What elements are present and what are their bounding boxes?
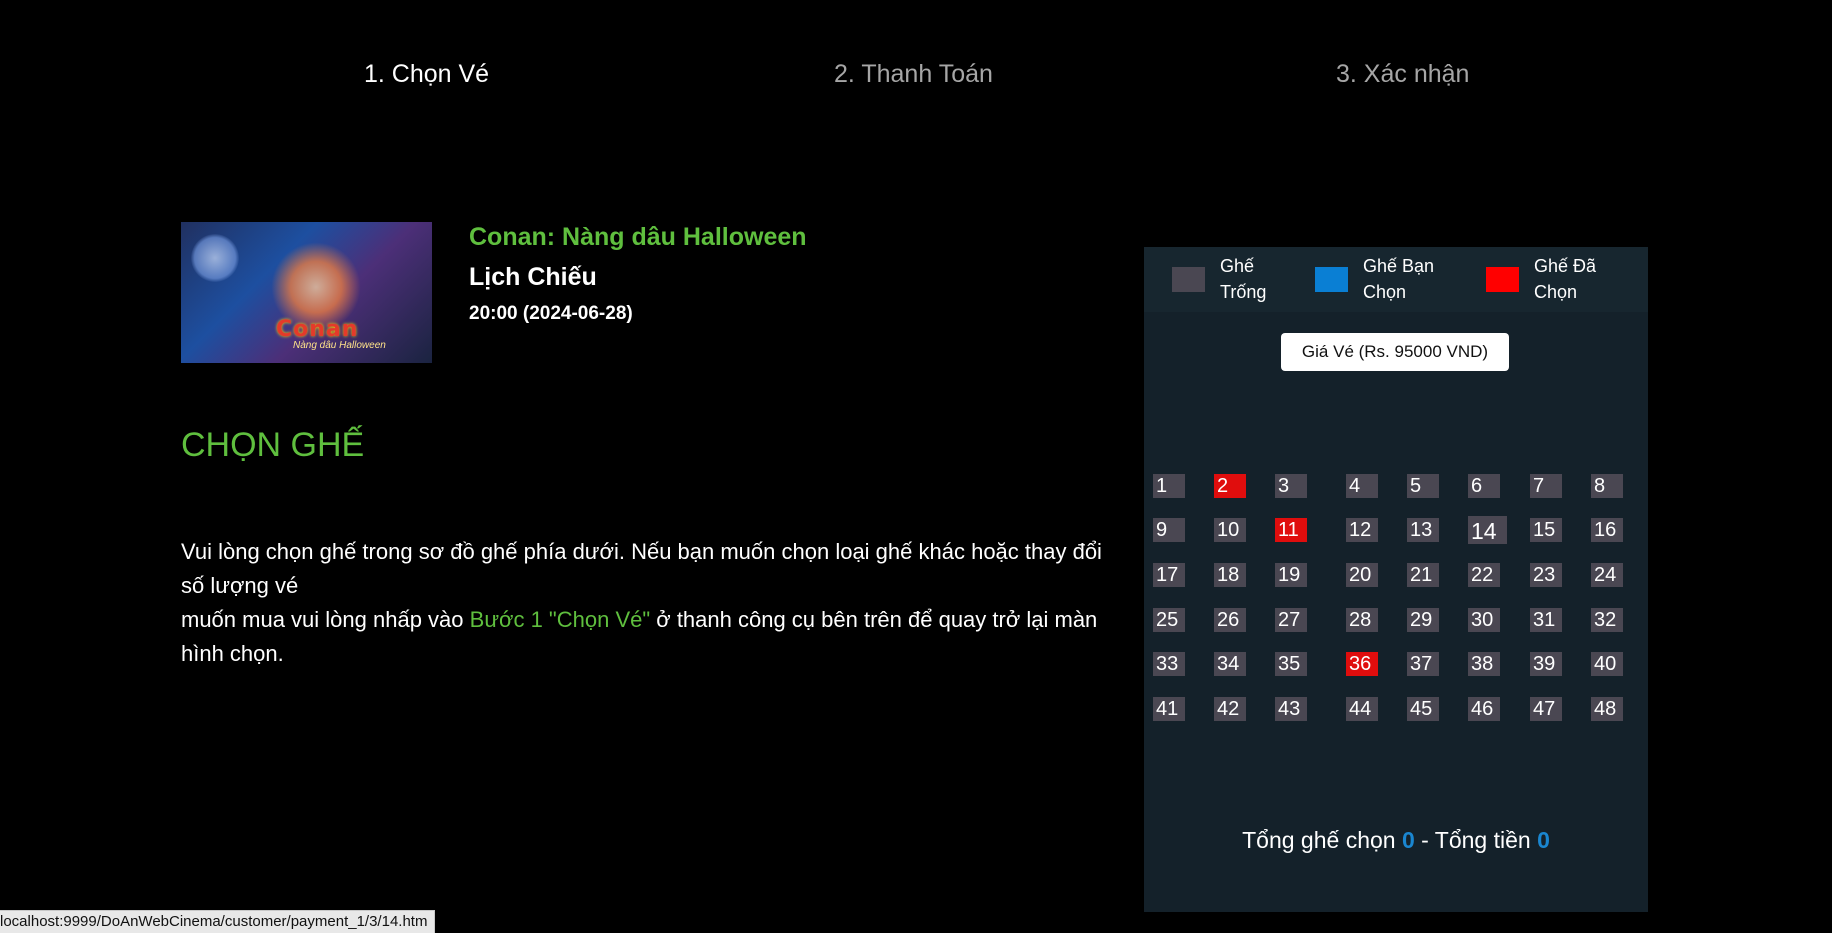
seat-43[interactable]: 43 (1275, 697, 1307, 721)
seat-29[interactable]: 29 (1407, 608, 1439, 632)
seat-6[interactable]: 6 (1468, 474, 1500, 498)
poster-subtitle: Nàng dâu Halloween (293, 340, 386, 351)
seat-16[interactable]: 16 (1591, 518, 1623, 542)
seat-27[interactable]: 27 (1275, 608, 1307, 632)
instructions-text: Vui lòng chọn ghế trong sơ đồ ghế phía d… (181, 535, 1131, 671)
legend-empty-line1: Ghế (1220, 256, 1255, 276)
seat-39[interactable]: 39 (1530, 652, 1562, 676)
seat-45[interactable]: 45 (1407, 697, 1439, 721)
total-seats-label: Tổng ghế chọn (1242, 827, 1396, 853)
seat-panel: Ghế Trống Ghế Bạn Chọn Ghế Đã Chọn Giá V… (1144, 247, 1648, 912)
total-price-value: 0 (1537, 827, 1550, 853)
seat-23[interactable]: 23 (1530, 563, 1562, 587)
seat-30[interactable]: 30 (1468, 608, 1500, 632)
seat-13[interactable]: 13 (1407, 518, 1439, 542)
seat-38[interactable]: 38 (1468, 652, 1500, 676)
legend-yours-swatch (1315, 266, 1348, 292)
seat-36[interactable]: 36 (1346, 652, 1378, 676)
seat-44[interactable]: 44 (1346, 697, 1378, 721)
poster-moon (191, 234, 239, 282)
seat-25[interactable]: 25 (1153, 608, 1185, 632)
summary-separator: - (1414, 827, 1435, 853)
legend-yours: Ghế Bạn Chọn (1315, 253, 1434, 305)
legend-taken: Ghế Đã Chọn (1486, 253, 1596, 305)
seat-33[interactable]: 33 (1153, 652, 1185, 676)
poster-logo: Conan (276, 317, 359, 342)
seat-9[interactable]: 9 (1153, 518, 1185, 542)
seat-14[interactable]: 14 (1468, 516, 1507, 544)
ticket-price: Giá Vé (Rs. 95000 VND) (1281, 333, 1509, 371)
step-confirm[interactable]: 3. Xác nhận (1336, 60, 1469, 89)
seat-22[interactable]: 22 (1468, 563, 1500, 587)
legend-yours-line2: Chọn (1363, 282, 1407, 302)
total-seats-count: 0 (1401, 827, 1415, 853)
seat-4[interactable]: 4 (1346, 474, 1378, 498)
movie-title: Conan: Nàng dâu Halloween (469, 223, 807, 251)
step1-link[interactable]: Bước 1 "Chọn Vé" (470, 607, 651, 632)
legend-taken-swatch (1486, 266, 1519, 292)
seat-40[interactable]: 40 (1591, 652, 1623, 676)
legend-taken-line2: Chọn (1534, 282, 1578, 302)
legend-yours-line1: Ghế Bạn (1363, 256, 1435, 276)
seat-17[interactable]: 17 (1153, 563, 1185, 587)
seat-10[interactable]: 10 (1214, 518, 1246, 542)
seat-32[interactable]: 32 (1591, 608, 1623, 632)
step-choose-ticket[interactable]: 1. Chọn Vé (364, 60, 489, 89)
seat-8[interactable]: 8 (1591, 474, 1623, 498)
legend-empty-swatch (1172, 266, 1205, 292)
choose-seat-heading: CHỌN GHẾ (181, 426, 365, 464)
movie-poster: Conan Nàng dâu Halloween (181, 222, 432, 363)
seat-35[interactable]: 35 (1275, 652, 1307, 676)
seat-24[interactable]: 24 (1591, 563, 1623, 587)
seat-11[interactable]: 11 (1275, 518, 1307, 542)
seat-48[interactable]: 48 (1591, 697, 1623, 721)
schedule-time: 20:00 (2024-06-28) (469, 303, 633, 324)
seat-2[interactable]: 2 (1214, 474, 1246, 498)
seat-20[interactable]: 20 (1346, 563, 1378, 587)
seat-5[interactable]: 5 (1407, 474, 1439, 498)
status-bar-url: localhost:9999/DoAnWebCinema/customer/pa… (0, 910, 436, 933)
seat-46[interactable]: 46 (1468, 697, 1500, 721)
seat-26[interactable]: 26 (1214, 608, 1246, 632)
seat-19[interactable]: 19 (1275, 563, 1307, 587)
seat-15[interactable]: 15 (1530, 518, 1562, 542)
instructions-line2-prefix: muốn mua vui lòng nhấp vào (181, 607, 470, 632)
legend-taken-line1: Ghế Đã (1534, 256, 1597, 276)
seat-42[interactable]: 42 (1214, 697, 1246, 721)
step-payment[interactable]: 2. Thanh Toán (834, 60, 993, 89)
schedule-label: Lịch Chiếu (469, 263, 597, 291)
seat-12[interactable]: 12 (1346, 518, 1378, 542)
steps-nav: 1. Chọn Vé 2. Thanh Toán 3. Xác nhận (0, 60, 1832, 90)
total-price-label: Tổng tiền (1434, 827, 1531, 853)
instructions-line1: Vui lòng chọn ghế trong sơ đồ ghế phía d… (181, 539, 1102, 598)
seat-47[interactable]: 47 (1530, 697, 1562, 721)
seat-28[interactable]: 28 (1346, 608, 1378, 632)
legend-empty-line2: Trống (1220, 282, 1267, 302)
seat-7[interactable]: 7 (1530, 474, 1562, 498)
seat-1[interactable]: 1 (1153, 474, 1185, 498)
seat-34[interactable]: 34 (1214, 652, 1246, 676)
seat-legend: Ghế Trống Ghế Bạn Chọn Ghế Đã Chọn (1144, 247, 1648, 312)
seat-21[interactable]: 21 (1407, 563, 1439, 587)
seat-31[interactable]: 31 (1530, 608, 1562, 632)
selection-summary: Tổng ghế chọn 0 - Tổng tiền 0 (1144, 827, 1648, 854)
seat-37[interactable]: 37 (1407, 652, 1439, 676)
seat-41[interactable]: 41 (1153, 697, 1185, 721)
seat-3[interactable]: 3 (1275, 474, 1307, 498)
seat-18[interactable]: 18 (1214, 563, 1246, 587)
legend-empty: Ghế Trống (1172, 253, 1266, 305)
